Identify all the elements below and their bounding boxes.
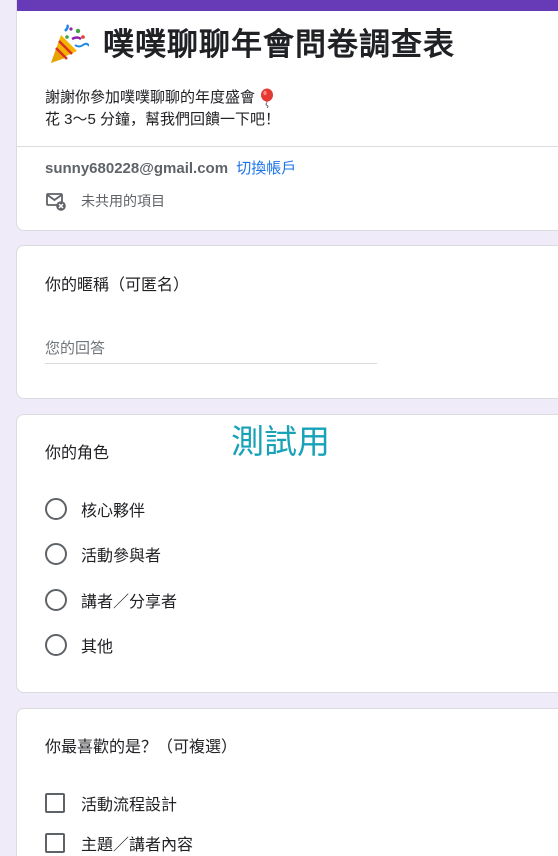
balloon-icon — [259, 88, 275, 109]
test-watermark: 測試用 — [231, 422, 330, 461]
question-card-favorite: 你最喜歡的是？（可複選） 活動流程設計 主題／講者內容 — [16, 708, 558, 856]
unshared-notice: 未共用的項目 — [45, 190, 165, 212]
question-title-role: 你的角色 — [45, 445, 110, 462]
question-card-role: 測試用 你的角色 核心夥伴 活動參與者 講者／分享者 其他 — [16, 414, 558, 693]
account-row: sunny680228@gmail.com 切換帳戶 — [45, 159, 296, 179]
form-header-card: 噗噗聊聊年會問卷調查表 謝謝你參加噗噗聊聊的年度盛會 花 3～5 分鐘，幫我們回… — [16, 0, 558, 231]
mail-icon — [45, 190, 67, 212]
radio-button[interactable] — [45, 634, 67, 656]
form-title: 噗噗聊聊年會問卷調查表 — [103, 27, 455, 63]
description-line-1: 謝謝你參加噗噗聊聊的年度盛會 — [45, 89, 256, 106]
checkbox[interactable] — [45, 833, 65, 853]
radio-button[interactable] — [45, 589, 67, 611]
option-label: 活動流程設計 — [81, 797, 178, 814]
role-option-speaker[interactable]: 講者／分享者 — [45, 588, 177, 612]
nickname-answer-input[interactable] — [45, 334, 377, 364]
accent-bar — [17, 0, 558, 11]
option-label: 主題／講者內容 — [81, 837, 194, 854]
option-label: 活動參與者 — [81, 548, 162, 565]
description-line-2: 花 3～5 分鐘，幫我們回饋一下吧！ — [45, 111, 281, 128]
checkbox[interactable] — [45, 793, 65, 813]
unshared-label: 未共用的項目 — [81, 193, 165, 209]
role-option-core[interactable]: 核心夥伴 — [45, 497, 145, 521]
option-label: 其他 — [81, 639, 114, 656]
option-label: 講者／分享者 — [81, 594, 178, 611]
question-card-nickname: 你的暱稱（可匿名） — [16, 245, 558, 399]
role-option-other[interactable]: 其他 — [45, 633, 113, 657]
header-divider — [17, 146, 558, 147]
form-description: 謝謝你參加噗噗聊聊的年度盛會 花 3～5 分鐘，幫我們回饋一下吧！ — [45, 87, 280, 131]
account-email: sunny680228@gmail.com — [45, 160, 229, 177]
form-title-row: 噗噗聊聊年會問卷調查表 — [45, 23, 455, 67]
question-title-nickname: 你的暱稱（可匿名） — [45, 277, 190, 294]
role-option-participant[interactable]: 活動參與者 — [45, 542, 161, 566]
favorite-option-topic[interactable]: 主題／講者內容 — [45, 831, 193, 855]
switch-account-link[interactable]: 切換帳戶 — [236, 160, 296, 177]
favorite-option-flow[interactable]: 活動流程設計 — [45, 791, 177, 815]
option-label: 核心夥伴 — [81, 503, 146, 520]
question-title-favorite: 你最喜歡的是？（可複選） — [45, 739, 238, 756]
radio-button[interactable] — [45, 498, 67, 520]
party-popper-icon — [45, 23, 90, 67]
radio-button[interactable] — [45, 543, 67, 565]
